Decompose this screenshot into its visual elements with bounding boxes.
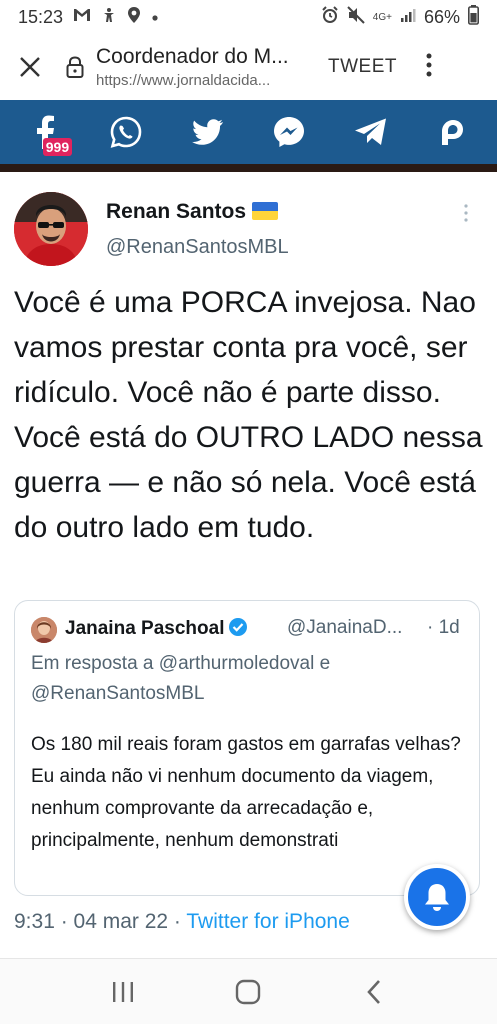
system-nav-bar xyxy=(0,958,497,1024)
notification-bell-button[interactable] xyxy=(404,864,470,930)
quote-text: Os 180 mil reais foram gastos em garrafa… xyxy=(31,734,461,851)
quote-author-avatar xyxy=(31,617,57,643)
whatsapp-icon xyxy=(110,116,142,148)
twitter-icon xyxy=(191,119,223,145)
more-vertical-icon xyxy=(426,53,432,77)
page-url: https://www.jornaldacida... xyxy=(96,72,271,89)
tweet-button[interactable]: TWEET xyxy=(328,56,397,78)
share-bar: 999 xyxy=(0,100,497,164)
network-type: 4G+ xyxy=(372,11,392,23)
home-icon xyxy=(236,979,261,1004)
embedded-tweet: Renan Santos @RenanSantosMBL Você é uma … xyxy=(0,172,497,952)
page-title: Coordenador do M... xyxy=(96,45,289,68)
messenger-icon xyxy=(274,117,305,147)
back-icon xyxy=(367,979,381,1004)
tweet-timestamp[interactable]: 9:31 · 04 mar 22 · xyxy=(14,910,186,933)
tweet-text: Você é uma PORCA invejosa. Nao vamos pre… xyxy=(14,286,483,544)
verified-badge-icon xyxy=(228,617,248,643)
signal-icon xyxy=(400,7,416,27)
more-vertical-icon xyxy=(464,204,468,222)
tweet-source[interactable]: Twitter for iPhone xyxy=(186,910,349,933)
bell-icon xyxy=(425,884,449,911)
recent-apps-button[interactable] xyxy=(93,967,153,1017)
status-right: 4G+ 66% xyxy=(321,5,479,29)
quote-time: · 1d xyxy=(427,617,460,638)
author-handle[interactable]: @RenanSantosMBL xyxy=(106,236,289,259)
tweet-meta: 9:31 · 04 mar 22 · Twitter for iPhone xyxy=(14,910,350,934)
page: 15:23 4G+ 66% Coordenador do M... https:… xyxy=(0,0,497,1024)
more-options-button[interactable] xyxy=(419,53,439,81)
location-icon xyxy=(127,6,141,28)
recent-apps-icon xyxy=(112,981,133,1002)
telegram-icon xyxy=(354,118,386,145)
battery-percent: 66% xyxy=(423,6,460,27)
accessibility-icon xyxy=(101,7,117,27)
dot-icon xyxy=(151,9,159,26)
alarm-icon xyxy=(321,6,339,28)
ukraine-flag-icon xyxy=(252,202,279,220)
tweet-more-button[interactable] xyxy=(464,204,468,222)
quote-author-name-text: Janaina Paschoal xyxy=(65,618,225,639)
quote-author-handle: @JanainaD... xyxy=(287,617,403,638)
quote-author-name: Janaina Paschoal xyxy=(65,617,248,643)
lock-icon[interactable] xyxy=(60,56,90,78)
status-left: 15:23 xyxy=(18,6,159,28)
author-name[interactable]: Renan Santos xyxy=(106,200,279,224)
browser-toolbar: Coordenador do M... https://www.jornalda… xyxy=(0,34,497,100)
mute-icon xyxy=(347,6,365,28)
share-telegram-button[interactable] xyxy=(341,102,401,162)
back-button[interactable] xyxy=(344,967,404,1017)
divider-strip xyxy=(0,164,497,172)
share-parler-button[interactable] xyxy=(422,102,482,162)
status-time: 15:23 xyxy=(18,6,64,27)
quoted-tweet[interactable]: Janaina Paschoal @JanainaD... · 1d Em re… xyxy=(14,600,480,896)
author-avatar[interactable] xyxy=(14,192,88,266)
share-twitter-button[interactable] xyxy=(178,102,238,162)
gmail-icon xyxy=(73,8,91,26)
close-icon xyxy=(20,57,40,77)
status-bar: 15:23 4G+ 66% xyxy=(0,0,497,34)
battery-icon xyxy=(468,5,479,29)
facebook-share-count: 999 xyxy=(42,138,73,156)
author-name-text: Renan Santos xyxy=(106,200,247,223)
close-button[interactable] xyxy=(0,37,60,97)
address-block[interactable]: Coordenador do M... https://www.jornalda… xyxy=(90,45,310,89)
share-messenger-button[interactable] xyxy=(259,102,319,162)
share-facebook-button[interactable]: 999 xyxy=(15,102,75,162)
home-button[interactable] xyxy=(218,967,278,1017)
parler-icon xyxy=(442,120,464,145)
quote-reply-context: Em resposta a @arthurmoledoval e @RenanS… xyxy=(31,653,331,704)
share-whatsapp-button[interactable] xyxy=(96,102,156,162)
